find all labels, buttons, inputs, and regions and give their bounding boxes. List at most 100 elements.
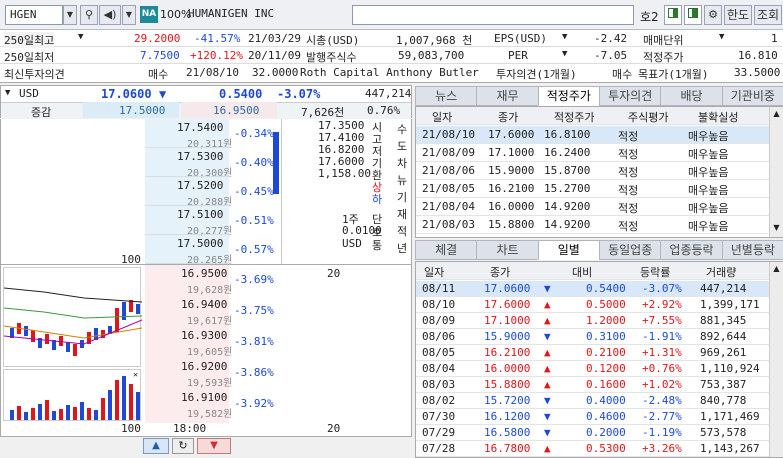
memo-input[interactable] bbox=[352, 5, 634, 25]
trade-amount: 7,626천 bbox=[301, 106, 345, 119]
label-target-1m: 목표가(1개월) bbox=[638, 68, 709, 81]
column-header: 주식평가 bbox=[628, 111, 669, 124]
refresh-icon[interactable]: ↻ bbox=[172, 438, 194, 454]
chevron-down-icon[interactable]: ▼ bbox=[5, 88, 10, 98]
tab-lower-2[interactable]: 일별 bbox=[537, 240, 600, 260]
volume-bar bbox=[38, 404, 42, 420]
scroll-up-icon[interactable]: ▲ bbox=[771, 109, 782, 121]
side-tab[interactable]: 차 bbox=[393, 155, 411, 171]
chevron-down-icon[interactable]: ▼ bbox=[562, 49, 567, 59]
table-row[interactable]: 21/08/04 16.0000 14.9200 적정 매우높음 bbox=[416, 198, 770, 216]
chevron-down-icon[interactable]: ▼ bbox=[719, 32, 724, 42]
table-row[interactable]: 08/06 15.9000 ▼ 0.3100 -1.91% 892,644 bbox=[416, 329, 770, 345]
row-divider bbox=[145, 205, 229, 206]
tab-right-1[interactable]: 재무 bbox=[476, 86, 539, 106]
table-row[interactable]: 21/08/03 15.8800 14.9200 적정 매우높음 bbox=[416, 216, 770, 234]
row-divider bbox=[145, 147, 229, 148]
exchange-badge: NA bbox=[140, 6, 158, 23]
side-tab[interactable]: 적 bbox=[393, 223, 411, 239]
tab-right-0[interactable]: 뉴스 bbox=[415, 86, 478, 106]
scrollbar[interactable]: ▲ ▼ bbox=[769, 107, 783, 237]
table-row[interactable]: 21/08/06 15.9000 15.8700 적정 매우높음 bbox=[416, 162, 770, 180]
table-row[interactable]: 07/29 16.5800 ▼ 0.2000 -1.19% 573,578 bbox=[416, 425, 770, 441]
limit-button[interactable]: 한도 bbox=[724, 5, 752, 25]
settings-icon[interactable]: ⚙ bbox=[704, 5, 722, 25]
tab-lower-1[interactable]: 차트 bbox=[476, 240, 539, 260]
bid-total: 17.5000 bbox=[119, 104, 166, 117]
table-row[interactable]: 08/10 17.6000 ▲ 0.5000 +2.92% 1,399,171 bbox=[416, 297, 770, 313]
cell-volume: 1,110,924 bbox=[700, 362, 760, 375]
cell: 21/08/10 bbox=[422, 128, 475, 141]
candle bbox=[136, 304, 140, 314]
cell-close: 16.5800 bbox=[484, 426, 531, 439]
table-row[interactable]: 07/28 16.7800 ▲ 0.5300 +3.26% 1,143,267 bbox=[416, 441, 770, 457]
side-tab[interactable]: 재 bbox=[393, 206, 411, 222]
arrow-down-icon: ▼ bbox=[544, 394, 551, 407]
scrollbar[interactable]: ▲ bbox=[769, 262, 783, 457]
tab-lower-3[interactable]: 동일업종 bbox=[599, 240, 662, 260]
tab-right-3[interactable]: 투자의견 bbox=[599, 86, 662, 106]
side-tab[interactable]: 뉴 bbox=[393, 172, 411, 188]
bid-price: 16.9300 bbox=[181, 329, 228, 342]
bid-rate: -3.69% bbox=[234, 273, 274, 286]
panel-icon[interactable] bbox=[684, 5, 702, 25]
search-icon[interactable]: ⚲ bbox=[80, 5, 98, 25]
cell: 17.1000 bbox=[488, 146, 535, 159]
table-row[interactable]: 08/05 16.2100 ▲ 0.2100 +1.31% 969,261 bbox=[416, 345, 770, 361]
table-row[interactable]: 21/08/09 17.1000 16.2400 적정 매우높음 bbox=[416, 144, 770, 162]
arrow-down-icon: ▼ bbox=[544, 426, 551, 439]
table-row[interactable]: 08/09 17.1000 ▲ 1.2000 +7.55% 881,345 bbox=[416, 313, 770, 329]
table-row[interactable]: 08/11 17.0600 ▼ 0.5400 -3.07% 447,214 bbox=[416, 281, 770, 297]
tab-lower-4[interactable]: 업종등락 bbox=[660, 240, 723, 260]
cell: 적정 bbox=[618, 148, 639, 161]
cell-change: 0.5300 bbox=[586, 442, 626, 455]
tab-right-5[interactable]: 기관비중 bbox=[721, 86, 783, 106]
arrow-down-icon[interactable]: ▼ bbox=[197, 438, 231, 454]
table-row[interactable]: 21/08/10 17.6000 16.8100 적정 매우높음 bbox=[416, 126, 770, 144]
cell-rate: -1.91% bbox=[642, 330, 682, 343]
table-row[interactable]: 07/30 16.1200 ▼ 0.4600 -2.77% 1,171,469 bbox=[416, 409, 770, 425]
cell-change: 0.4000 bbox=[586, 394, 626, 407]
cell-rate: +3.26% bbox=[642, 442, 682, 455]
table-row[interactable]: 08/03 15.8800 ▲ 0.1600 +1.02% 753,387 bbox=[416, 377, 770, 393]
bid-price: 16.9500 bbox=[181, 267, 228, 280]
cell: 매우높음 bbox=[688, 148, 729, 161]
tab-right-4[interactable]: 배당 bbox=[660, 86, 723, 106]
volume-bar bbox=[17, 406, 21, 420]
tab-lower-0[interactable]: 체결 bbox=[415, 240, 478, 260]
chevron-down-icon[interactable]: ▼ bbox=[562, 32, 567, 42]
cell: 21/08/09 bbox=[422, 146, 475, 159]
down-arrow-icon: ▼ bbox=[159, 87, 167, 101]
chevron-down-icon[interactable]: ▼ bbox=[78, 32, 83, 42]
side-tab[interactable]: 년 bbox=[393, 240, 411, 256]
fair-price-table: 일자 종가 적정주가 주식평가 불확실성 21/08/10 17.6000 16.8100 적정… bbox=[415, 106, 783, 238]
cell-volume: 1,143,267 bbox=[700, 442, 760, 455]
total-bid-size: 20 bbox=[327, 422, 341, 435]
speaker-icon[interactable]: ◀) bbox=[99, 5, 121, 25]
table-row[interactable]: 08/04 16.0000 ▲ 0.1200 +0.76% 1,110,924 bbox=[416, 361, 770, 377]
side-tab[interactable]: 도 bbox=[393, 138, 411, 154]
bid-size: 20 bbox=[327, 267, 341, 280]
tab-lower-5[interactable]: 년별등락 bbox=[721, 240, 783, 260]
close-icon[interactable]: ✕ bbox=[133, 370, 138, 379]
value-fair-price: 16.810 bbox=[738, 49, 778, 62]
speaker-dropdown-icon[interactable]: ▼ bbox=[122, 5, 136, 25]
price-change: 0.5400 bbox=[219, 87, 263, 101]
code-dropdown-icon[interactable]: ▼ bbox=[63, 5, 77, 25]
side-tab[interactable]: 수 bbox=[393, 121, 411, 137]
date-250-high: 21/03/29 bbox=[248, 32, 301, 45]
query-button[interactable]: 조회 bbox=[754, 5, 782, 25]
cell-rate: -2.77% bbox=[642, 410, 682, 423]
tab-right-2[interactable]: 적정주가 bbox=[537, 86, 600, 106]
table-row[interactable]: 21/08/05 16.2100 15.2700 적정 매우높음 bbox=[416, 180, 770, 198]
arrow-up-icon[interactable]: ▲ bbox=[143, 438, 169, 454]
cell-change: 0.2000 bbox=[586, 426, 626, 439]
cell-change: 0.1600 bbox=[586, 378, 626, 391]
layout-icon[interactable] bbox=[664, 5, 682, 25]
side-tab[interactable]: 기 bbox=[393, 189, 411, 205]
stock-code-input[interactable]: HGEN bbox=[5, 5, 63, 25]
cell: 15.8800 bbox=[488, 218, 535, 231]
table-row[interactable]: 08/02 15.7200 ▼ 0.4000 -2.48% 840,778 bbox=[416, 393, 770, 409]
scroll-down-icon[interactable]: ▼ bbox=[771, 223, 782, 235]
scroll-up-icon[interactable]: ▲ bbox=[771, 264, 782, 276]
